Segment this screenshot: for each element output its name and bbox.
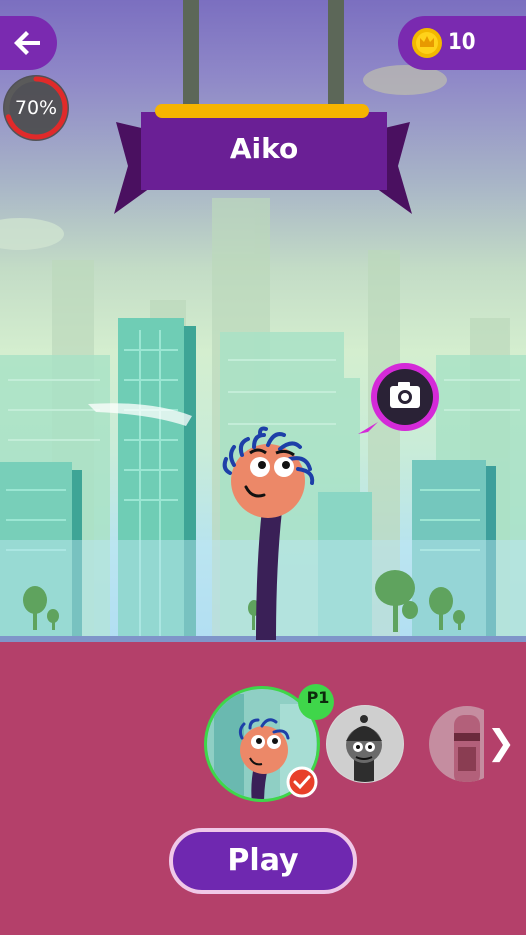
- character-aiko: [222, 426, 315, 640]
- character-slot-3[interactable]: [428, 705, 484, 783]
- character-slot-2[interactable]: [326, 705, 404, 783]
- checkmark-icon: [286, 766, 318, 798]
- progress-label: 70%: [14, 97, 58, 119]
- next-character-button[interactable]: ❯: [484, 720, 518, 766]
- chevron-right-icon: ❯: [486, 723, 516, 763]
- crown-coin-icon: [412, 28, 442, 58]
- character-name: Aiko: [229, 132, 299, 165]
- back-button[interactable]: [0, 16, 57, 70]
- arrow-left-icon: [14, 31, 40, 55]
- coin-count: 10: [448, 30, 476, 55]
- coin-counter: 10: [398, 16, 526, 70]
- play-button-label: Play: [227, 843, 299, 878]
- camera-button[interactable]: [356, 362, 442, 438]
- play-button[interactable]: Play: [169, 828, 357, 894]
